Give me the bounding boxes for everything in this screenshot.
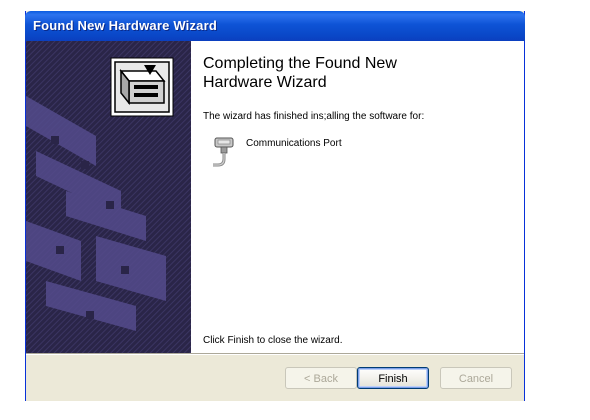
button-bar: < Back Finish Cancel <box>26 353 524 401</box>
wizard-banner <box>26 41 191 353</box>
footer-divider <box>26 354 524 355</box>
status-text: The wizard has finished ins;alling the s… <box>203 111 425 122</box>
banner-graphic <box>26 41 191 353</box>
device-item: Communications Port <box>211 136 451 172</box>
page-title: Completing the Found New Hardware Wizard <box>203 54 503 92</box>
cancel-button[interactable]: Cancel <box>440 367 512 389</box>
serial-port-icon <box>213 137 234 167</box>
wizard-window: Found New Hardware Wizard Completing the… <box>25 11 525 401</box>
hardware-icon <box>110 57 174 117</box>
finish-instruction: Click Finish to close the wizard. <box>203 335 343 346</box>
title-bar[interactable]: Found New Hardware Wizard <box>25 11 525 41</box>
window-title: Found New Hardware Wizard <box>33 18 218 33</box>
wizard-body: Completing the Found New Hardware Wizard… <box>26 41 524 353</box>
finish-button[interactable]: Finish <box>357 367 429 389</box>
page-title-line1: Completing the Found New <box>203 55 397 72</box>
wizard-content: Completing the Found New Hardware Wizard… <box>201 41 516 353</box>
back-button[interactable]: < Back <box>285 367 357 389</box>
device-label: Communications Port <box>246 138 342 149</box>
page-title-line2: Hardware Wizard <box>203 74 327 91</box>
